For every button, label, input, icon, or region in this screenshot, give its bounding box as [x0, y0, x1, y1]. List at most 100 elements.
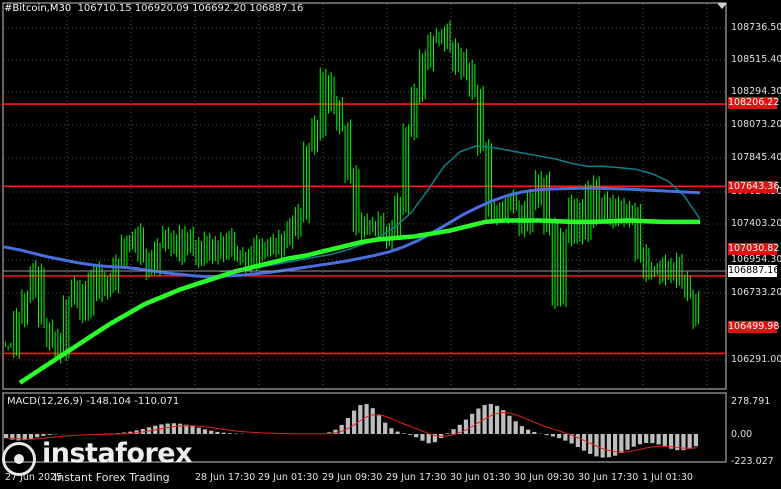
macd-bar [178, 423, 183, 434]
macd-bar [650, 434, 655, 444]
candles [4, 20, 700, 364]
macd-bar [557, 434, 562, 439]
price-tick: 108294.30 [731, 86, 781, 97]
macd-bar [687, 434, 692, 449]
macd-bar [550, 434, 556, 437]
macd-label: MACD(12,26,9) -148.104 -110.071 [7, 396, 180, 407]
price-tick: 107845.40 [731, 152, 781, 163]
macd-bar [41, 434, 46, 436]
macd-bar [389, 428, 394, 434]
price-tick: 108073.20 [731, 119, 781, 130]
macd-bar [513, 421, 518, 434]
macd-bar [631, 434, 636, 447]
level-tag: 108206.22 [728, 97, 780, 109]
symbol-label: #Bitcoin,M30 [4, 3, 72, 14]
main-panel-border [2, 2, 727, 390]
macd-bar [47, 434, 52, 435]
price-tick: 108736.50 [731, 22, 781, 33]
macd-bar [519, 426, 524, 434]
macd-bar [501, 410, 506, 434]
price-tick: 107403.20 [731, 218, 781, 229]
price-tick: 106291.00 [731, 354, 781, 365]
macd-bar [383, 422, 388, 434]
macd-bar [656, 434, 661, 445]
macd-bar [376, 415, 382, 434]
macd-bar [451, 429, 456, 434]
ohlc-values: 106710.15 106920.09 106692.20 106887.16 [77, 3, 304, 14]
macd-bar [407, 434, 413, 435]
time-label: 29 Jun 01:30 [258, 472, 319, 483]
macd-bar [662, 434, 667, 447]
macd-bar [420, 434, 425, 441]
price-chart[interactable] [0, 0, 781, 489]
level-tag: 106499.98 [728, 321, 780, 333]
time-label: 1 Jul 01:30 [642, 472, 693, 483]
macd-bar [625, 434, 630, 450]
macd-bar [35, 434, 40, 438]
macd-bar [339, 424, 344, 434]
macd-bar [426, 434, 431, 444]
macd-bar [352, 410, 357, 434]
macd-bar [494, 405, 500, 434]
macd-bar [190, 426, 195, 434]
time-label: 30 Jun 09:30 [514, 472, 575, 483]
macd-bar [414, 434, 419, 438]
ma-medium-line [219, 145, 701, 273]
macd-bar [370, 408, 375, 434]
macd-bar [196, 427, 201, 434]
macd-bar [526, 429, 531, 434]
macd-bar [364, 404, 369, 434]
macd-bar [227, 433, 232, 434]
macd-bar [600, 434, 605, 458]
macd-bar [637, 434, 643, 445]
macd-bar [28, 434, 34, 439]
macd-bar [613, 434, 618, 456]
logo-circle-icon [2, 442, 36, 476]
chart-header: #Bitcoin,M30 106710.15 106920.09 106692.… [4, 3, 303, 14]
price-tick: 106733.20 [731, 287, 781, 298]
logo-tagline: Instant Forex Trading [54, 471, 170, 484]
moving-averages [3, 145, 701, 385]
macd-bar [575, 434, 580, 448]
macd-bar [507, 415, 512, 434]
macd-bar [693, 434, 698, 447]
time-label: 29 Jun 17:30 [386, 472, 447, 483]
price-tick: 106954.30 [731, 254, 781, 265]
macd-bar [401, 433, 406, 434]
macd-bar [544, 434, 549, 436]
level-tag: 107643.36 [728, 181, 780, 193]
macd-bar [606, 434, 611, 458]
macd-bar [563, 434, 568, 441]
macd-bar [470, 413, 475, 434]
chart-corner-arrow-icon[interactable] [717, 3, 727, 9]
ma-fast-line [3, 186, 701, 279]
instaforex-logo: instaforex Instant Forex Trading [2, 438, 193, 484]
time-label: 30 Jun 01:30 [450, 472, 511, 483]
macd-bar [345, 418, 350, 434]
macd-bar [395, 431, 400, 434]
level-tag: 107030.82 [728, 243, 780, 255]
macd-bar [619, 434, 624, 453]
macd-bar [171, 423, 176, 434]
macd-bar [215, 431, 220, 434]
macd-tick: 0.00 [731, 429, 753, 440]
grid [4, 4, 725, 388]
price-tick: 108515.40 [731, 54, 781, 65]
macd-bar [165, 423, 170, 434]
current-price-tag: 106887.16 [728, 265, 780, 277]
macd-bar [532, 432, 537, 434]
macd-bar [4, 434, 9, 439]
macd-bar [488, 403, 493, 434]
logo-name: instaforex [42, 438, 193, 469]
macd-bar [221, 432, 226, 434]
macd-bar [445, 433, 450, 434]
macd-tick: -223.027 [731, 456, 774, 467]
time-label: 29 Jun 09:30 [322, 472, 383, 483]
macd-bar [581, 434, 587, 451]
macd-bar [463, 419, 469, 434]
time-label: 30 Jun 17:30 [578, 472, 639, 483]
macd-tick: 278.791 [731, 396, 771, 407]
macd-bar [202, 429, 208, 434]
time-label: 28 Jun 17:30 [195, 472, 256, 483]
macd-bar [209, 430, 214, 434]
